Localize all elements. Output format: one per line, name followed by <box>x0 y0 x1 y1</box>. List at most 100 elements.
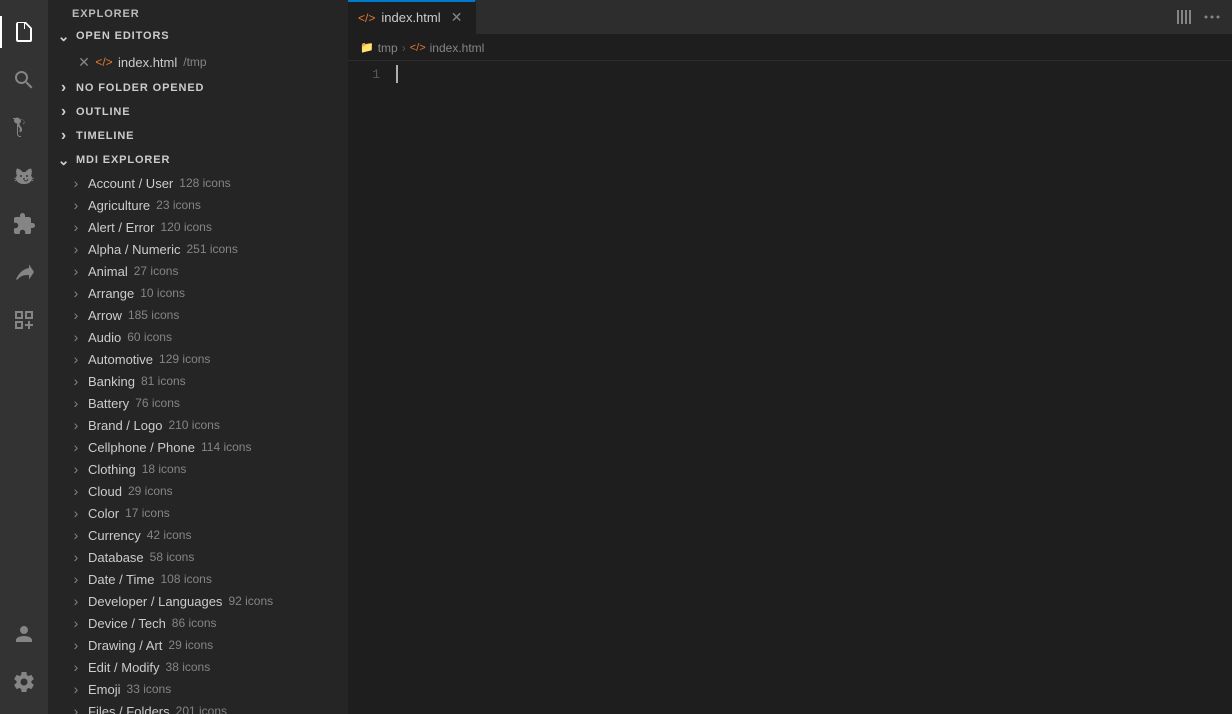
activity-bar-run[interactable] <box>0 152 48 200</box>
tree-item[interactable]: ›Date / Time108 icons <box>48 568 348 590</box>
tree-item-label: Edit / Modify <box>88 660 160 675</box>
tree-item[interactable]: ›Color17 icons <box>48 502 348 524</box>
tree-item-label: Cloud <box>88 484 122 499</box>
tree-item-count: 129 icons <box>159 352 210 366</box>
tree-item-count: 128 icons <box>179 176 230 190</box>
tree-item-chevron: › <box>68 307 84 323</box>
tree-item[interactable]: ›Alpha / Numeric251 icons <box>48 238 348 260</box>
tree-item-count: 60 icons <box>127 330 172 344</box>
tree-item-chevron: › <box>68 373 84 389</box>
tree-item[interactable]: ›Emoji33 icons <box>48 678 348 700</box>
tree-item-label: Alert / Error <box>88 220 154 235</box>
tree-item-count: 81 icons <box>141 374 186 388</box>
tree-item-label: Automotive <box>88 352 153 367</box>
editor-text-area[interactable] <box>388 61 1232 714</box>
tree-item-chevron: › <box>68 241 84 257</box>
tab-close-button[interactable]: ✕ <box>449 10 465 26</box>
tree-item-chevron: › <box>68 527 84 543</box>
more-actions-icon <box>1204 9 1220 25</box>
no-folder-label: NO FOLDER OPENED <box>76 82 204 94</box>
no-folder-header[interactable]: NO FOLDER OPENED <box>48 76 348 100</box>
tree-item[interactable]: ›Arrange10 icons <box>48 282 348 304</box>
tree-item[interactable]: ›Currency42 icons <box>48 524 348 546</box>
tree-item-count: 185 icons <box>128 308 179 322</box>
more-actions-button[interactable] <box>1200 5 1224 29</box>
tree-item-label: Banking <box>88 374 135 389</box>
tree-item-label: Animal <box>88 264 128 279</box>
tree-item-count: 201 icons <box>176 704 227 714</box>
tree-item[interactable]: ›Cloud29 icons <box>48 480 348 502</box>
tree-item[interactable]: ›Drawing / Art29 icons <box>48 634 348 656</box>
tree-item[interactable]: ›Developer / Languages92 icons <box>48 590 348 612</box>
tree-item-chevron: › <box>68 285 84 301</box>
tree-item[interactable]: ›Arrow185 icons <box>48 304 348 326</box>
outline-header[interactable]: OUTLINE <box>48 100 348 124</box>
files-icon <box>12 20 36 44</box>
tree-item[interactable]: › Database 58 icons <box>48 546 348 568</box>
tree-item-count: 29 icons <box>168 638 213 652</box>
mdi-explorer-chevron <box>56 152 72 168</box>
timeline-header[interactable]: TIMELINE <box>48 124 348 148</box>
tree-item[interactable]: ›Battery76 icons <box>48 392 348 414</box>
breadcrumb-file[interactable]: </> index.html <box>410 41 485 55</box>
tree-item-chevron: › <box>68 549 84 565</box>
close-editor-icon[interactable]: ✕ <box>76 54 92 70</box>
tree-item-chevron: › <box>68 439 84 455</box>
activity-bar-source-control[interactable] <box>0 104 48 152</box>
open-editor-item[interactable]: ✕ </> index.html /tmp <box>48 48 348 76</box>
editor-content: 1 <box>348 61 1232 714</box>
tree-item-count: 76 icons <box>135 396 180 410</box>
editor-area: </> index.html ✕ 📁 tmp › </> inde <box>348 0 1232 714</box>
activity-bar-remote[interactable] <box>0 248 48 296</box>
tree-item-count: 210 icons <box>168 418 219 432</box>
activity-bar-search[interactable] <box>0 56 48 104</box>
tab-index-html[interactable]: </> index.html ✕ <box>348 0 476 35</box>
tree-item-label: Database <box>88 550 144 565</box>
activity-bar-mdi[interactable] <box>0 296 48 344</box>
breadcrumb-separator: › <box>402 41 406 55</box>
tree-item-chevron: › <box>68 461 84 477</box>
tree-item-label: Device / Tech <box>88 616 166 631</box>
breadcrumb-html-icon: </> <box>410 42 426 54</box>
activity-bar-account[interactable] <box>0 610 48 658</box>
split-editor-icon <box>1176 9 1192 25</box>
tree-item[interactable]: ›Animal27 icons <box>48 260 348 282</box>
tree-item[interactable]: ›Account / User128 icons <box>48 172 348 194</box>
tab-bar-actions <box>1172 5 1232 29</box>
timeline-label: TIMELINE <box>76 130 134 142</box>
split-editor-button[interactable] <box>1172 5 1196 29</box>
account-icon <box>12 622 36 646</box>
tree-item-chevron: › <box>68 593 84 609</box>
tree-item[interactable]: › Banking 81 icons <box>48 370 348 392</box>
tree-item[interactable]: ›Device / Tech86 icons <box>48 612 348 634</box>
tree-item[interactable]: ›Clothing18 icons <box>48 458 348 480</box>
open-editors-header[interactable]: OPEN EDITORS <box>48 24 348 48</box>
tree-item[interactable]: ›Edit / Modify38 icons <box>48 656 348 678</box>
activity-bar-extensions[interactable] <box>0 200 48 248</box>
activity-bar <box>0 0 48 714</box>
tree-item[interactable]: ›Alert / Error120 icons <box>48 216 348 238</box>
tree-item-chevron: › <box>68 263 84 279</box>
tree-item[interactable]: ›Cellphone / Phone114 icons <box>48 436 348 458</box>
tree-item-label: Agriculture <box>88 198 150 213</box>
activity-bar-explorer[interactable] <box>0 8 48 56</box>
activity-bar-settings[interactable] <box>0 658 48 706</box>
tree-item[interactable]: ›Brand / Logo210 icons <box>48 414 348 436</box>
tree-item[interactable]: ›Automotive129 icons <box>48 348 348 370</box>
mdi-explorer-header[interactable]: MDI EXPLORER <box>48 148 348 172</box>
tree-item[interactable]: ›Files / Folders201 icons <box>48 700 348 714</box>
tree-item-count: 42 icons <box>147 528 192 542</box>
tree-item-count: 58 icons <box>150 550 195 564</box>
search-icon <box>12 68 36 92</box>
tree-item[interactable]: ›Audio60 icons <box>48 326 348 348</box>
mdi-explorer-label: MDI EXPLORER <box>76 154 170 166</box>
run-icon <box>12 164 36 188</box>
breadcrumb-folder-icon: 📁 <box>360 41 374 54</box>
breadcrumb-tmp[interactable]: 📁 tmp <box>360 41 398 55</box>
tree-item-label: Color <box>88 506 119 521</box>
tree-item[interactable]: ›Agriculture23 icons <box>48 194 348 216</box>
sidebar-title: EXPLORER <box>48 0 348 24</box>
tree-item-chevron: › <box>68 417 84 433</box>
tree-item-label: Account / User <box>88 176 173 191</box>
tree-item-label: Files / Folders <box>88 704 170 714</box>
